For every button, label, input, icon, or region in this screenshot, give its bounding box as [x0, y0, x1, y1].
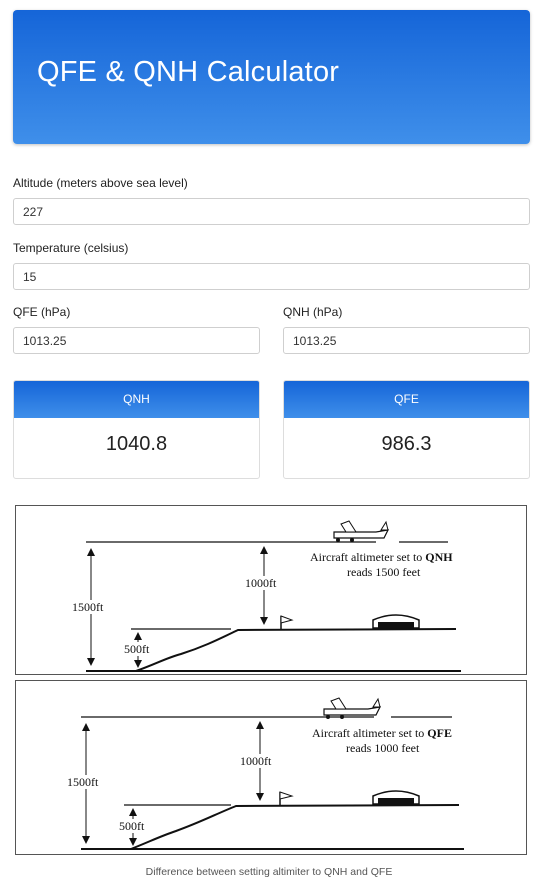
- qnh-height-total-label: 1500ft: [72, 600, 104, 614]
- header-banner: QFE & QNH Calculator: [13, 10, 530, 144]
- qnh-label: QNH (hPa): [283, 305, 343, 319]
- qnh-field-elevation-label: 500ft: [124, 642, 150, 656]
- temperature-label: Temperature (celsius): [13, 241, 129, 255]
- qfe-description-line1: Aircraft altimeter set to: [312, 726, 424, 740]
- page-title: QFE & QNH Calculator: [37, 56, 340, 88]
- qnh-description-line2: reads 1500 feet: [347, 565, 421, 579]
- qfe-height-total-label: 1500ft: [67, 775, 99, 789]
- qnh-result-title: QNH: [14, 381, 259, 418]
- svg-text:Aircraft altimeter set to QFE: Aircraft altimeter set to QFE: [312, 726, 452, 740]
- diagram-caption: Difference between setting altimiter to …: [145, 866, 393, 878]
- temperature-input[interactable]: [13, 263, 530, 290]
- qfe-input[interactable]: [13, 327, 260, 354]
- qfe-result-value: 986.3: [381, 433, 432, 455]
- qnh-result-card: QNH 1040.8: [13, 380, 260, 479]
- airplane-icon: [323, 697, 382, 719]
- altitude-label: Altitude (meters above sea level): [13, 176, 188, 190]
- qnh-result-value: 1040.8: [105, 433, 168, 455]
- windsock-icon: [279, 791, 294, 805]
- qnh-input[interactable]: [283, 327, 530, 354]
- qfe-description-line2: reads 1000 feet: [346, 741, 420, 755]
- windsock-icon: [280, 615, 294, 629]
- qnh-diagram: 1500ft 1000ft 500ft Aircraft altimeter s…: [15, 505, 527, 675]
- altitude-input[interactable]: [13, 198, 530, 225]
- qnh-setting-label: QNH: [425, 550, 453, 564]
- airplane-icon: [333, 520, 390, 542]
- qfe-field-elevation-label: 500ft: [119, 819, 145, 833]
- qfe-label: QFE (hPa): [13, 305, 71, 319]
- qfe-height-above-field-label: 1000ft: [240, 754, 272, 768]
- qfe-result-title: QFE: [284, 381, 529, 418]
- svg-text:Aircraft altimeter set to QNH: Aircraft altimeter set to QNH: [310, 550, 453, 564]
- hangar-icon: [372, 790, 420, 805]
- qfe-setting-label: QFE: [427, 726, 452, 740]
- qfe-result-card: QFE 986.3: [283, 380, 530, 479]
- hangar-icon: [372, 614, 420, 629]
- qnh-description-line1: Aircraft altimeter set to: [310, 550, 422, 564]
- qfe-diagram: 1500ft 1000ft 500ft Aircraft altimeter s…: [15, 680, 527, 855]
- qnh-height-above-field-label: 1000ft: [245, 576, 277, 590]
